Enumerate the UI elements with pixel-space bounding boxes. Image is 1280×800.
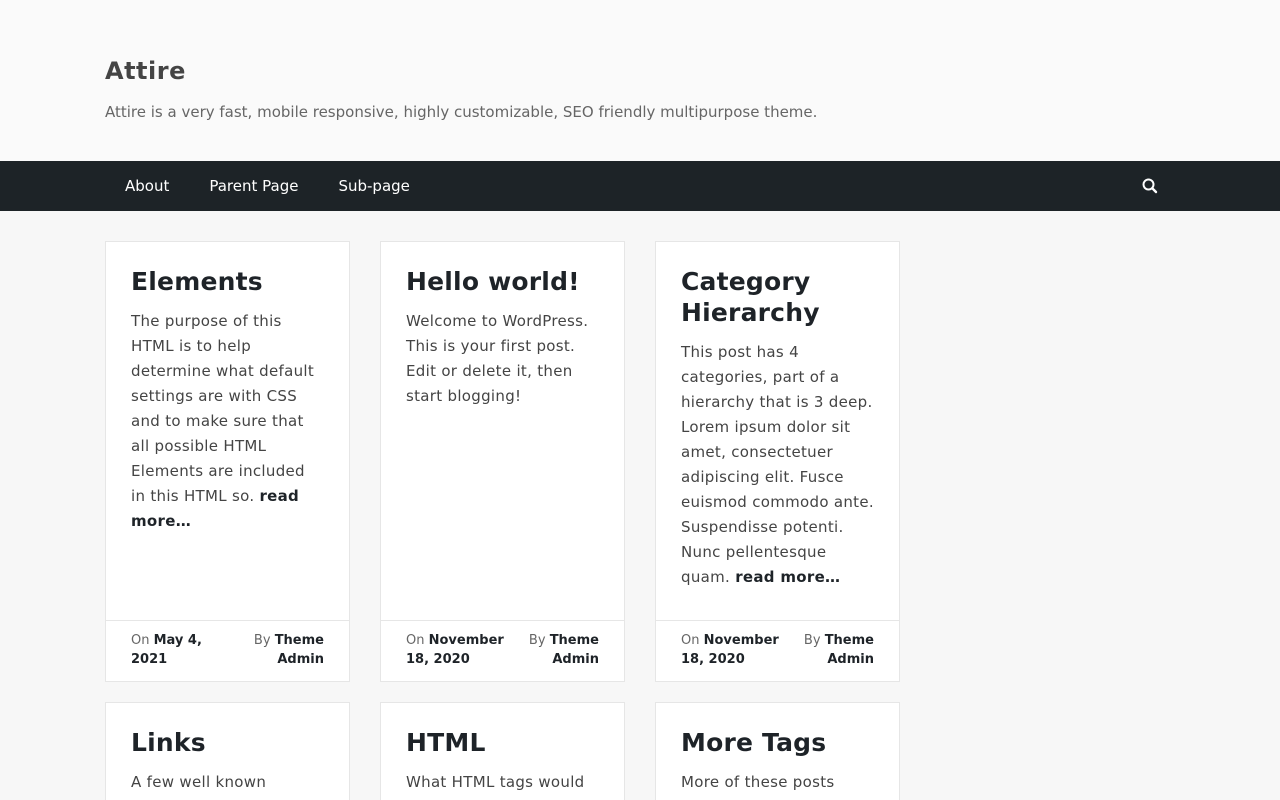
post-card: More Tags More of these posts need bbox=[655, 702, 900, 800]
post-excerpt: A few well known bbox=[131, 773, 267, 791]
post-card: Hello world! Welcome to WordPress. This … bbox=[380, 241, 625, 682]
read-more-link[interactable]: read more… bbox=[735, 568, 840, 586]
post-excerpt: The purpose of this HTML is to help dete… bbox=[131, 312, 315, 530]
post-author[interactable]: Theme Admin bbox=[825, 633, 874, 667]
nav-item-sub-page[interactable]: Sub-page bbox=[318, 161, 429, 211]
post-meta: On May 4, 2021 By Theme Admin bbox=[106, 620, 349, 681]
post-card: Elements The purpose of this HTML is to … bbox=[105, 241, 350, 682]
post-author[interactable]: Theme Admin bbox=[275, 633, 324, 667]
author-prefix: By bbox=[528, 633, 546, 648]
post-title[interactable]: Links bbox=[131, 727, 324, 758]
post-title[interactable]: HTML bbox=[406, 727, 599, 758]
post-author[interactable]: Theme Admin bbox=[550, 633, 599, 667]
post-excerpt: Welcome to WordPress. This is your first… bbox=[406, 312, 589, 405]
date-prefix: On bbox=[131, 633, 150, 648]
post-title[interactable]: Elements bbox=[131, 266, 324, 297]
post-card: Category Hierarchy This post has 4 categ… bbox=[655, 241, 900, 682]
author-prefix: By bbox=[253, 633, 271, 648]
post-card: HTML What HTML tags would bbox=[380, 702, 625, 800]
main-navigation: About Parent Page Sub-page bbox=[0, 161, 1280, 211]
post-meta: On November 18, 2020 By Theme Admin bbox=[381, 620, 624, 681]
post-title[interactable]: Category Hierarchy bbox=[681, 266, 874, 328]
search-icon[interactable] bbox=[1140, 176, 1160, 196]
post-title[interactable]: Hello world! bbox=[406, 266, 599, 297]
nav-item-about[interactable]: About bbox=[105, 161, 189, 211]
post-meta: On November 18, 2020 By Theme Admin bbox=[656, 620, 899, 681]
nav-item-parent-page[interactable]: Parent Page bbox=[189, 161, 318, 211]
date-prefix: On bbox=[681, 633, 700, 648]
site-header: Attire Attire is a very fast, mobile res… bbox=[0, 0, 1280, 161]
author-prefix: By bbox=[803, 633, 821, 648]
post-excerpt: What HTML tags would bbox=[406, 773, 585, 791]
post-excerpt: This post has 4 categories, part of a hi… bbox=[681, 343, 874, 586]
post-excerpt: More of these posts need bbox=[681, 773, 835, 800]
site-description: Attire is a very fast, mobile responsive… bbox=[105, 103, 818, 121]
post-card: Links A few well known bbox=[105, 702, 350, 800]
date-prefix: On bbox=[406, 633, 425, 648]
post-title[interactable]: More Tags bbox=[681, 727, 874, 758]
site-title[interactable]: Attire bbox=[105, 56, 1280, 86]
